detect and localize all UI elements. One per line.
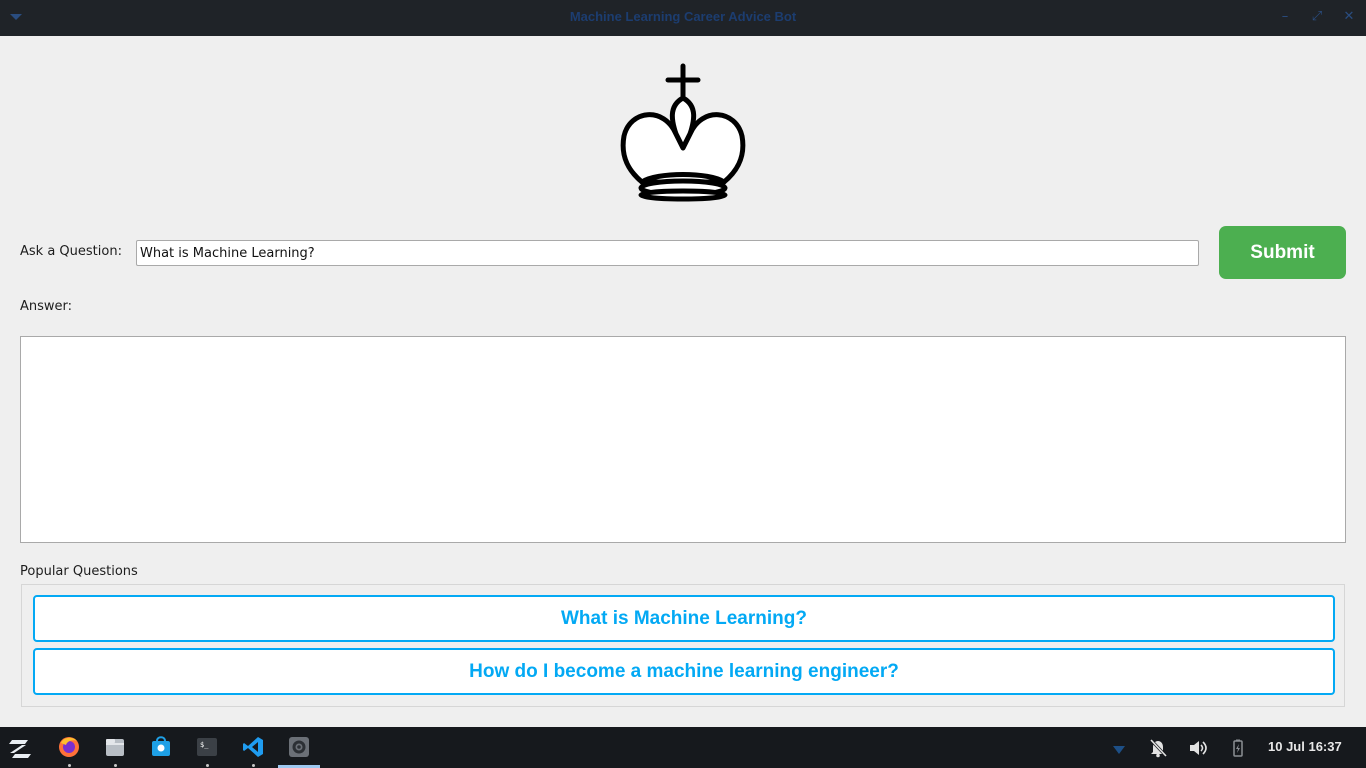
wifi-icon[interactable] — [1108, 737, 1130, 759]
answer-label: Answer: — [20, 299, 73, 314]
zorin-menu-icon[interactable] — [0, 727, 38, 768]
terminal-icon[interactable]: $_ — [188, 727, 226, 768]
running-indicator — [68, 764, 71, 767]
vscode-icon[interactable] — [234, 727, 272, 768]
notifications-off-icon[interactable] — [1147, 737, 1169, 759]
battery-icon[interactable] — [1227, 737, 1249, 759]
answer-textarea[interactable] — [20, 336, 1346, 543]
software-store-icon[interactable] — [142, 727, 180, 768]
popular-question-button[interactable]: How do I become a machine learning engin… — [33, 648, 1335, 695]
popular-questions-group: What is Machine Learning? How do I becom… — [21, 584, 1345, 707]
firefox-icon[interactable] — [50, 727, 88, 768]
popular-question-button[interactable]: What is Machine Learning? — [33, 595, 1335, 642]
volume-icon[interactable] — [1187, 737, 1209, 759]
submit-button[interactable]: Submit — [1219, 226, 1346, 279]
running-indicator — [206, 764, 209, 767]
popular-questions-label: Popular Questions — [20, 564, 138, 579]
svg-text:$_: $_ — [200, 741, 209, 749]
settings-app-icon[interactable] — [278, 727, 320, 768]
chess-king-icon — [616, 62, 750, 202]
ask-question-label: Ask a Question: — [20, 244, 122, 259]
close-icon[interactable]: ✕ — [1342, 10, 1356, 24]
clock[interactable]: 10 Jul 16:37 — [1268, 739, 1342, 754]
files-icon[interactable] — [96, 727, 134, 768]
window-title: Machine Learning Career Advice Bot — [569, 9, 797, 24]
running-indicator — [114, 764, 117, 767]
taskbar: $_ 10 Jul 16:37 — [0, 727, 1366, 768]
window-titlebar: Machine Learning Career Advice Bot – ⤢ ✕ — [0, 0, 1366, 36]
question-input[interactable] — [136, 240, 1199, 266]
running-indicator — [252, 764, 255, 767]
maximize-icon[interactable]: ⤢ — [1310, 10, 1324, 24]
minimize-icon[interactable]: – — [1278, 10, 1292, 24]
